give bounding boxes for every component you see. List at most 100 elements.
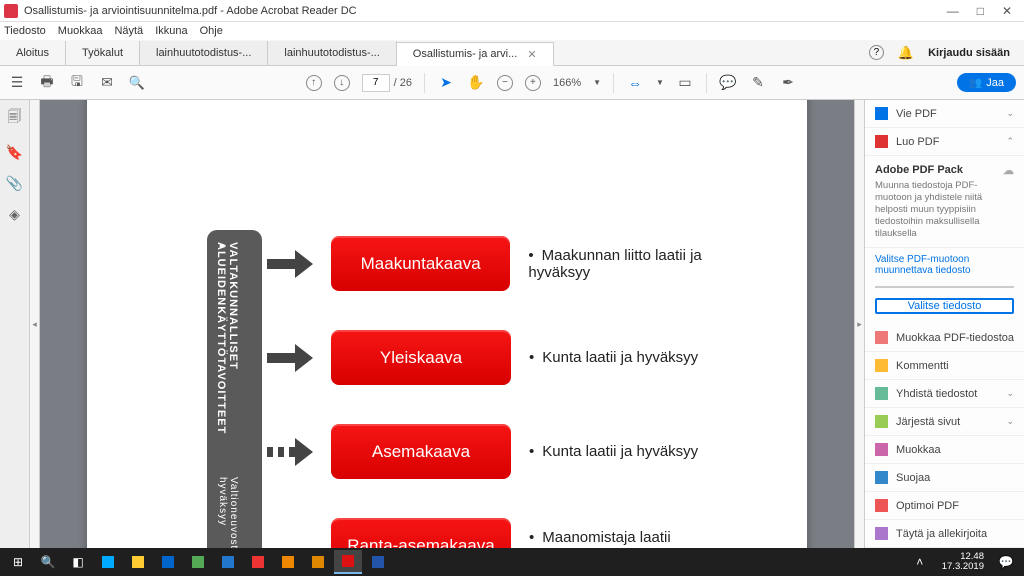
page-input[interactable] [362, 74, 390, 92]
taskbar-app[interactable] [124, 550, 152, 574]
pdf-pack-section: Adobe PDF Pack☁ Muunna tiedostoja PDF-mu… [865, 156, 1024, 248]
sign-icon[interactable]: ✒ [779, 74, 797, 92]
tab-doc-1[interactable]: lainhuutotodistus-... [268, 41, 396, 65]
sidebar-edit-pdf[interactable]: Muokkaa PDF-tiedostoa [865, 324, 1024, 352]
zoom-in-icon[interactable]: + [525, 75, 541, 91]
tab-home[interactable]: Aloitus [0, 41, 66, 65]
vert-main: VALTAKUNNALLISET ALUEIDENKÄYTTÖTAVOITTEE… [215, 242, 239, 474]
page-down-icon[interactable]: ↓ [334, 75, 350, 91]
taskbar-app[interactable] [274, 550, 302, 574]
page-up-icon[interactable]: ↑ [306, 75, 322, 91]
maximize-button[interactable]: □ [977, 4, 984, 18]
sidebar-comment[interactable]: Kommentti [865, 352, 1024, 380]
organize-icon [875, 415, 888, 428]
close-button[interactable]: ✕ [1002, 4, 1012, 18]
convert-link[interactable]: Valitse PDF-muotoon muunnettava tiedosto [865, 248, 1024, 282]
highlight-icon[interactable]: ✎ [749, 74, 767, 92]
menubar: Tiedosto Muokkaa Näytä Ikkuna Ohje [0, 22, 1024, 40]
left-rail: 🗐 🔖 📎 ◈ [0, 100, 30, 548]
taskbar-app[interactable] [304, 550, 332, 574]
minimize-button[interactable]: — [947, 4, 959, 18]
tab-doc-2[interactable]: Osallistumis- ja arvi...✕ [397, 42, 554, 66]
chevron-down-icon[interactable]: ▼ [656, 78, 664, 87]
sidebar-edit[interactable]: Muokkaa [865, 436, 1024, 464]
menu-help[interactable]: Ohje [200, 25, 223, 37]
diagram-row: Asemakaava Kunta laatii ja hyväksyy [267, 424, 698, 479]
taskbar-app[interactable] [214, 550, 242, 574]
pdf-page: • VALTAKUNNALLISET ALUEIDENKÄYTTÖTAVOITT… [87, 100, 807, 548]
zoom-out-icon[interactable]: − [497, 75, 513, 91]
comment-icon[interactable]: 💬 [719, 74, 737, 92]
vertical-header-box: • VALTAKUNNALLISET ALUEIDENKÄYTTÖTAVOITT… [207, 230, 262, 548]
combine-icon [875, 387, 888, 400]
login-button[interactable]: Kirjaudu sisään [928, 47, 1010, 59]
diagram-row: Maakuntakaava Maakunnan liitto laatii ja… [267, 236, 767, 291]
vert-sub: Valtioneuvosto hyväksyy [215, 477, 239, 548]
sidebar-organize[interactable]: Järjestä sivut⌄ [865, 408, 1024, 436]
hand-icon[interactable]: ✋ [467, 74, 485, 92]
tab-close-icon[interactable]: ✕ [527, 48, 536, 61]
mail-icon[interactable]: ✉ [98, 74, 116, 92]
search-icon[interactable]: 🔍 [128, 74, 146, 92]
system-tray[interactable]: 12.48 17.3.2019 [936, 552, 990, 573]
share-button[interactable]: 👥Jaa [957, 73, 1016, 92]
help-icon[interactable]: ? [869, 45, 884, 60]
toolbar: ☰ 🖶 🖫 ✉ 🔍 ↑ ↓ / 26 ➤ ✋ − + 166% ▼ ⇔ ▼ ▭ … [0, 66, 1024, 100]
save-icon[interactable]: 🖫 [68, 74, 86, 92]
sidebar-protect[interactable]: Suojaa [865, 464, 1024, 492]
taskbar-app[interactable] [154, 550, 182, 574]
print-icon[interactable]: 🖶 [38, 74, 56, 92]
page-total: / 26 [394, 77, 412, 89]
chevron-down-icon: ⌄ [1006, 416, 1014, 427]
select-file-button[interactable]: Valitse tiedosto [875, 298, 1014, 314]
fit-page-icon[interactable]: ▭ [676, 74, 694, 92]
zoom-value[interactable]: 166% [553, 77, 581, 89]
diagram-row: Yleiskaava Kunta laatii ja hyväksyy [267, 330, 698, 385]
right-collapse[interactable]: ▸ [854, 100, 864, 548]
file-input[interactable] [875, 286, 1014, 288]
sidebar-export-pdf[interactable]: Vie PDF⌄ [865, 100, 1024, 128]
sidebar-fill-sign[interactable]: Täytä ja allekirjoita [865, 520, 1024, 548]
optimize-icon [875, 499, 888, 512]
chevron-down-icon[interactable]: ▼ [593, 78, 601, 87]
attachment-icon[interactable]: 📎 [6, 175, 23, 192]
layers-icon[interactable]: ◈ [9, 206, 20, 223]
menu-edit[interactable]: Muokkaa [58, 25, 103, 37]
menu-file[interactable]: Tiedosto [4, 25, 46, 37]
taskbar-app[interactable] [94, 550, 122, 574]
pack-desc: Muunna tiedostoja PDF-muotoon ja yhdiste… [875, 180, 1014, 239]
tab-tools[interactable]: Työkalut [66, 41, 140, 65]
menu-window[interactable]: Ikkuna [155, 25, 187, 37]
pointer-icon[interactable]: ➤ [437, 74, 455, 92]
sidebar-combine[interactable]: Yhdistä tiedostot⌄ [865, 380, 1024, 408]
document-area[interactable]: • VALTAKUNNALLISET ALUEIDENKÄYTTÖTAVOITT… [40, 100, 854, 548]
search-button[interactable]: 🔍 [34, 550, 62, 574]
export-icon [875, 107, 888, 120]
thumbnails-icon[interactable]: 🗐 [8, 106, 22, 130]
taskbar-app[interactable] [184, 550, 212, 574]
window-controls: — □ ✕ [947, 4, 1020, 18]
fit-width-icon[interactable]: ⇔ [626, 74, 644, 92]
bell-icon[interactable]: 🔔 [898, 45, 914, 61]
sidebar-toggle-icon[interactable]: ☰ [8, 74, 26, 92]
arrow-icon [267, 346, 313, 370]
taskbar-app[interactable] [244, 550, 272, 574]
sidebar-create-pdf[interactable]: Luo PDF⌃ [865, 128, 1024, 156]
taskview-button[interactable]: ◧ [64, 550, 92, 574]
menu-view[interactable]: Näytä [114, 25, 143, 37]
tray-date: 17.3.2019 [942, 562, 984, 572]
chevron-down-icon: ⌄ [1006, 388, 1014, 399]
left-collapse[interactable]: ◂ [30, 100, 40, 548]
cloud-icon: ☁ [1003, 164, 1014, 177]
plan-desc: Maakunnan liitto laatii ja hyväksyy [528, 247, 767, 281]
bookmark-icon[interactable]: 🔖 [6, 144, 23, 161]
taskbar-app[interactable] [364, 550, 392, 574]
sidebar-optimize[interactable]: Optimoi PDF [865, 492, 1024, 520]
taskbar-acrobat[interactable] [334, 550, 362, 574]
tray-up-icon[interactable]: ˄ [906, 550, 934, 574]
notifications-button[interactable]: 💬 [992, 550, 1020, 574]
comment-icon [875, 359, 888, 372]
tab-doc-0[interactable]: lainhuutotodistus-... [140, 41, 268, 65]
redact-icon [875, 443, 888, 456]
start-button[interactable]: ⊞ [4, 550, 32, 574]
